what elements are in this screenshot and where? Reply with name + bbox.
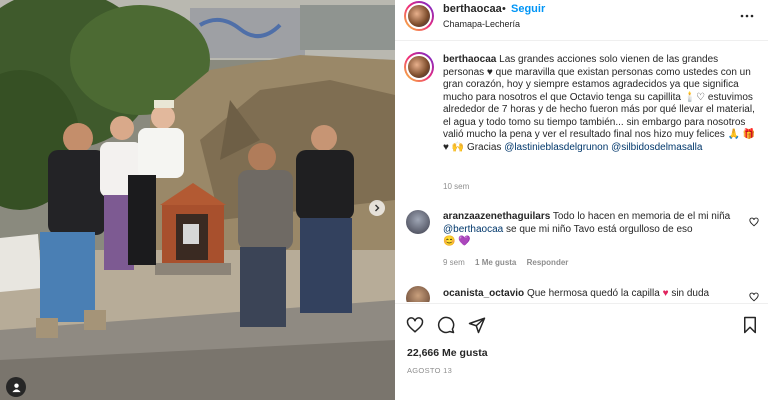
- author-avatar[interactable]: [404, 1, 434, 31]
- mention-link[interactable]: @berthaocaa: [443, 224, 503, 235]
- comment-username[interactable]: aranzaazenethaguilars: [443, 211, 550, 222]
- comment-icon[interactable]: [437, 316, 455, 334]
- comment-item: ocanista_octavio Que hermosa quedó la ca…: [395, 280, 768, 302]
- reply-button[interactable]: Responder: [527, 258, 569, 267]
- caption-time: 10 sem: [443, 182, 470, 191]
- more-horizontal-icon: [740, 14, 754, 18]
- post-actions: 22,666 Me gusta AGOSTO 13: [395, 303, 768, 401]
- user-tag-button[interactable]: [6, 377, 26, 397]
- likes-count[interactable]: 22,666 Me gusta: [407, 347, 488, 359]
- bookmark-icon[interactable]: [742, 316, 758, 334]
- mention-link[interactable]: @silbidosdelmasalla: [611, 142, 702, 153]
- comment-text: aranzaazenethaguilars Todo lo hacen en m…: [443, 211, 743, 249]
- caption-block: berthaocaa Las grandes acciones solo vie…: [395, 44, 768, 204]
- photo-scene: [0, 0, 395, 400]
- comment-meta: 9 sem 1 Me gusta Responder: [443, 258, 568, 267]
- next-photo-button[interactable]: [369, 200, 385, 216]
- more-options-button[interactable]: [740, 8, 754, 18]
- dot-separator: •: [502, 3, 506, 15]
- comment-emojis: 😊 💜: [443, 236, 471, 247]
- heart-emoji: ♥: [662, 288, 669, 299]
- mention-link[interactable]: @lastinieblasdelgrunon: [504, 142, 608, 153]
- comment-username[interactable]: ocanista_octavio: [443, 288, 524, 299]
- caption-avatar[interactable]: [404, 52, 434, 82]
- author-username[interactable]: berthaocaa: [443, 3, 502, 15]
- caption-body: Las grandes acciones solo vienen de las …: [443, 54, 756, 153]
- user-tag-icon: [11, 382, 21, 392]
- commenter-avatar[interactable]: [406, 286, 430, 302]
- comment-time: 9 sem: [443, 258, 465, 267]
- post-panel: berthaocaa • Seguir Chamapa-Lechería ber…: [395, 0, 768, 400]
- comment-likes[interactable]: 1 Me gusta: [475, 258, 516, 267]
- caption-text: berthaocaa Las grandes acciones solo vie…: [443, 54, 759, 154]
- post-date: AGOSTO 13: [407, 366, 453, 375]
- post-photo[interactable]: [0, 0, 395, 400]
- comment-like-heart-icon[interactable]: [749, 217, 759, 227]
- caption-username[interactable]: berthaocaa: [443, 54, 496, 65]
- commenter-avatar[interactable]: [406, 210, 430, 234]
- comment-text: ocanista_octavio Que hermosa quedó la ca…: [443, 288, 710, 299]
- comment-item: aranzaazenethaguilars Todo lo hacen en m…: [395, 205, 768, 273]
- comment-like-heart-icon[interactable]: [749, 292, 759, 302]
- follow-button[interactable]: Seguir: [511, 3, 545, 15]
- chevron-right-icon: [375, 204, 380, 212]
- share-icon[interactable]: [468, 316, 486, 334]
- heart-icon[interactable]: [406, 316, 424, 334]
- location-link[interactable]: Chamapa-Lechería: [443, 19, 520, 29]
- post-header: berthaocaa • Seguir Chamapa-Lechería: [395, 0, 768, 41]
